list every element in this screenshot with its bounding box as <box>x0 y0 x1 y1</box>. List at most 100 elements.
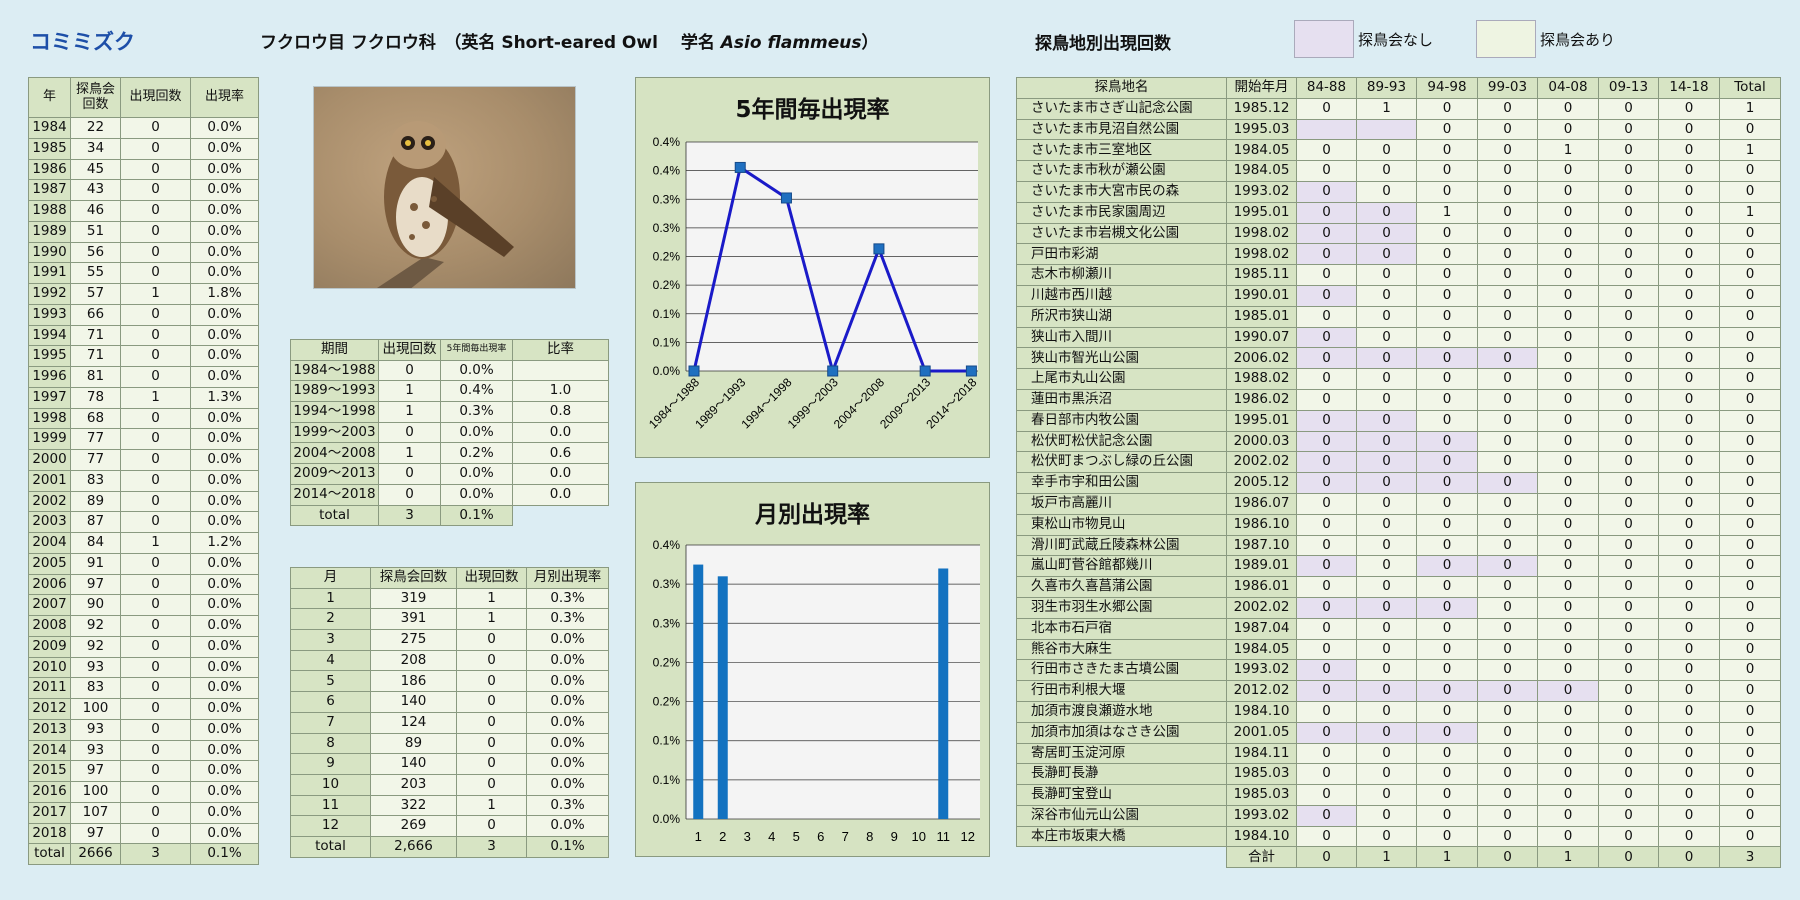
site-start-cell: 1998.02 <box>1226 222 1297 245</box>
site-count-cell: 0 <box>1477 388 1538 411</box>
y-tick-label: 0.3% <box>653 577 681 591</box>
period-cell: 2014～2018 <box>290 483 379 506</box>
site-count-cell: 0 <box>1356 638 1417 661</box>
x-tick-label: 12 <box>961 829 975 844</box>
yearly-cell: 1.8% <box>190 283 259 305</box>
yearly-cell: 1988 <box>28 200 71 222</box>
table-row: 1989 51 0 0.0% <box>28 220 259 243</box>
yearly-cell: 83 <box>70 677 121 699</box>
site-name-cell: 嵐山町菅谷館都幾川 <box>1016 555 1227 578</box>
site-count-cell: 0 <box>1598 659 1659 682</box>
site-count-cell: 0 <box>1658 430 1720 453</box>
site-row: 春日部市内牧公園 1995.01 0 0 0 0 0 0 0 0 <box>1016 409 1781 432</box>
monthly-cell: 0.3% <box>526 587 609 610</box>
site-count-cell: 0 <box>1598 160 1659 182</box>
table-row: 2002 89 0 0.0% <box>28 490 259 513</box>
legend-label-held: 探鳥会あり <box>1540 31 1616 49</box>
yearly-cell: 0 <box>120 822 191 845</box>
y-tick-label: 0.1% <box>653 307 681 321</box>
site-count-cell: 0 <box>1598 326 1659 349</box>
site-name-cell: さいたま市岩槻文化公園 <box>1016 222 1227 245</box>
site-row: 蓮田市黒浜沼 1986.02 0 0 0 0 0 0 0 0 <box>1016 388 1781 411</box>
table-row: 2004～2008 1 0.2% 0.6 <box>290 442 609 465</box>
site-count-cell: 0 <box>1598 784 1659 806</box>
period-cell: 0.6 <box>512 442 609 465</box>
yearly-cell: 2008 <box>28 615 71 637</box>
yearly-cell: 0.0% <box>190 594 259 616</box>
yearly-cell: 1993 <box>28 303 71 326</box>
site-count-cell: 0 <box>1356 700 1417 723</box>
site-start-cell: 1990.01 <box>1226 284 1297 307</box>
sites-header-cell: 89-93 <box>1356 77 1417 99</box>
site-count-cell: 0 <box>1658 160 1720 182</box>
site-count-cell: 0 <box>1477 555 1538 578</box>
site-count-cell: 0 <box>1598 638 1659 661</box>
site-count-cell: 0 <box>1296 139 1357 162</box>
yearly-cell: 1994 <box>28 324 71 347</box>
site-count-cell: 0 <box>1598 368 1659 390</box>
site-count-cell: 0 <box>1719 368 1781 390</box>
monthly-cell: 319 <box>370 587 457 610</box>
table-row: 1998 68 0 0.0% <box>28 407 259 430</box>
table-row: 1991 55 0 0.0% <box>28 262 259 284</box>
site-count-cell: 0 <box>1296 492 1357 515</box>
period-cell: 2004～2008 <box>290 442 379 465</box>
site-name-cell: 加須市渡良瀬遊水地 <box>1016 700 1227 723</box>
site-count-cell: 0 <box>1658 180 1720 203</box>
yearly-cell: 2014 <box>28 739 71 762</box>
site-count-cell: 0 <box>1296 784 1357 806</box>
site-count-cell: 0 <box>1477 534 1538 557</box>
site-start-cell: 1995.01 <box>1226 201 1297 224</box>
site-name-cell: 深谷市仙元山公園 <box>1016 804 1227 827</box>
site-count-cell: 0 <box>1296 222 1357 245</box>
monthly-cell: 391 <box>370 608 457 631</box>
monthly-rate-chart-panel: 月別出現率 0.0% 0.1% 0.1% 0.2% 0.2% 0.3% 0.3% 0.4% 1 2… <box>635 482 990 857</box>
site-count-cell: 0 <box>1537 409 1599 432</box>
site-count-cell: 0 <box>1537 784 1599 806</box>
site-count-cell: 0 <box>1416 825 1478 848</box>
site-start-cell: 1987.10 <box>1226 534 1297 557</box>
sites-total-cell: 0 <box>1598 846 1659 869</box>
yearly-cell: 89 <box>70 490 121 513</box>
site-count-cell: 0 <box>1416 368 1478 390</box>
monthly-table: 月探鳥会回数 出現回数 月別出現率 1 319 1 0.3% 2 391 1 0.3% 3 275 0 0… <box>290 567 609 858</box>
site-count-cell: 0 <box>1416 160 1478 182</box>
data-point <box>780 192 792 204</box>
table-row: 6 140 0 0.0% <box>290 691 609 713</box>
site-count-cell: 0 <box>1477 305 1538 328</box>
site-count-cell: 0 <box>1296 326 1357 349</box>
site-count-cell: 0 <box>1719 659 1781 682</box>
monthly-cell: 275 <box>370 629 457 651</box>
site-count-cell: 0 <box>1537 305 1599 328</box>
site-start-cell: 1985.12 <box>1226 97 1297 120</box>
y-tick-label: 0.0% <box>653 812 681 826</box>
monthly-cell: 0.0% <box>526 649 609 672</box>
yearly-cell: 45 <box>70 158 121 181</box>
yearly-cell: 0.0% <box>190 117 259 139</box>
yearly-cell: 97 <box>70 760 121 782</box>
yearly-cell: 0.0% <box>190 635 259 658</box>
site-count-cell: 0 <box>1537 97 1599 120</box>
site-count-cell: 0 <box>1477 222 1538 245</box>
site-count-cell: 0 <box>1416 388 1478 411</box>
taxonomy-line: フクロウ目 フクロウ科 （英名 Short-eared Owl 学名 Asio … <box>260 28 879 53</box>
table-row: 2 391 1 0.3% <box>290 608 609 631</box>
site-count-cell: 0 <box>1658 243 1720 266</box>
site-count-cell: 0 <box>1537 680 1599 702</box>
yearly-cell: 0.0% <box>190 158 259 181</box>
site-count-cell: 0 <box>1296 513 1357 536</box>
site-name-cell: 長瀞町宝登山 <box>1016 784 1227 806</box>
site-count-cell <box>1296 118 1357 141</box>
yearly-cell: 0 <box>120 801 191 824</box>
taxon-suffix: ） <box>861 33 879 53</box>
data-point <box>919 365 931 377</box>
monthly-total-cell: 0.1% <box>526 835 609 858</box>
site-count-cell: 0 <box>1416 680 1478 702</box>
table-row: 1985 34 0 0.0% <box>28 137 259 160</box>
site-name-cell: 北本市石戸宿 <box>1016 617 1227 640</box>
table-row: 2005 91 0 0.0% <box>28 552 259 575</box>
site-count-cell: 0 <box>1598 139 1659 162</box>
site-count-cell: 0 <box>1477 139 1538 162</box>
site-start-cell: 1990.07 <box>1226 326 1297 349</box>
x-tick-label: 5 <box>793 829 800 844</box>
